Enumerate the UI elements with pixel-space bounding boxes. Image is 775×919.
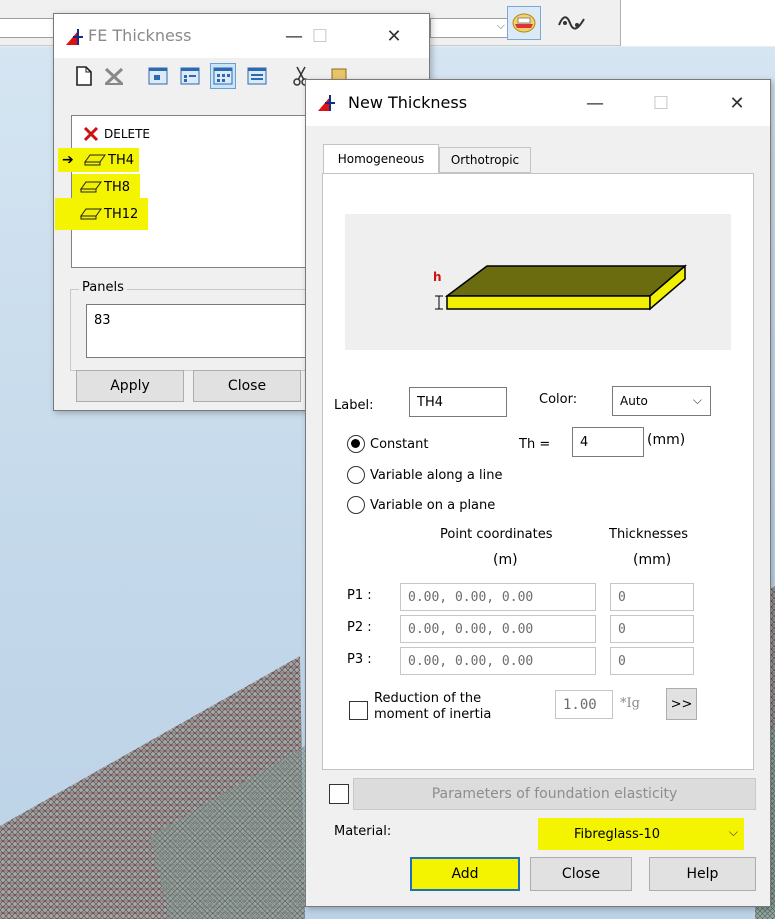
divider [620,0,621,46]
host-blank-area [620,0,775,46]
reduction-input[interactable]: 1.00 [555,690,613,719]
maximize-button: ☐ [311,25,329,47]
new-thickness-window: New Thickness — ☐ ✕ Homogeneous Orthotro… [305,79,771,907]
dropdown-arrow-icon: ⌵ [496,19,505,32]
tab-orthotropic[interactable]: Orthotropic [439,147,531,173]
delete-icon[interactable] [104,66,124,86]
label-caption: Label: [334,398,374,413]
th-unit: (mm) [647,432,686,448]
p3-thickness-input[interactable]: 0 [610,647,694,675]
list-item[interactable]: TH8 [72,174,140,200]
chevron-down-icon: ⌵ [692,393,702,407]
wave-signal-icon[interactable] [555,6,589,40]
view-grid-icon[interactable] [210,63,236,89]
list-item[interactable]: DELETE [78,123,150,145]
window-title: FE Thickness [88,26,192,45]
p1-coords-input[interactable]: 0.00, 0.00, 0.00 [400,583,596,611]
close-window-button[interactable]: ✕ [377,22,411,50]
window-title: New Thickness [348,93,468,112]
thickness-input[interactable]: 4 [572,427,644,457]
p3-coords-input[interactable]: 0.00, 0.00, 0.00 [400,647,596,675]
constant-label: Constant [370,437,429,452]
tab-homogeneous[interactable]: Homogeneous [323,144,439,173]
coords-unit: (m) [493,552,518,568]
point-label: P2 : [347,620,372,635]
material-caption: Material: [334,824,392,839]
reduction-checkbox[interactable] [349,701,368,720]
p1-thickness-input[interactable]: 0 [610,583,694,611]
foundation-button: Parameters of foundation elasticity [353,778,756,810]
close-button[interactable]: Close [193,370,301,402]
p2-coords-input[interactable]: 0.00, 0.00, 0.00 [400,615,596,643]
plate-icon [82,153,108,167]
material-select[interactable]: Fibreglass-10 ⌵ [538,818,744,850]
variable-line-label: Variable along a line [370,468,503,483]
plate-icon [78,207,104,221]
point-label: P1 : [347,588,372,603]
homogeneous-panel: h Label: TH4 Color: Auto ⌵ Constant Th =… [322,173,754,770]
list-item[interactable]: TH12 [55,198,149,230]
app-icon [318,95,335,111]
view-list-icon[interactable] [247,66,267,86]
height-label: h [433,270,442,284]
color-select[interactable]: Auto ⌵ [612,386,711,416]
plate-icon [78,180,104,194]
variable-line-radio[interactable] [347,466,365,484]
close-window-button[interactable]: ✕ [720,89,754,117]
label-input[interactable]: TH4 [409,387,507,417]
current-arrow-icon: ➔ [62,152,74,168]
minimize-button[interactable]: — [578,89,612,117]
more-button[interactable]: >> [666,688,697,720]
constant-radio[interactable] [347,435,365,453]
color-caption: Color: [539,392,578,407]
new-document-icon[interactable] [74,66,94,86]
reduction-label-line2: moment of inertia [374,707,492,722]
thick-unit: (mm) [633,552,672,568]
p2-thickness-input[interactable]: 0 [610,615,694,643]
fe-title-bar[interactable]: FE Thickness — ☐ ✕ [54,14,429,58]
thick-header: Thicknesses [609,527,689,542]
apply-button[interactable]: Apply [76,370,184,402]
list-item-label: TH12 [104,206,139,222]
variable-plane-radio[interactable] [347,496,365,514]
list-item-label: DELETE [104,127,151,141]
chevron-down-icon: ⌵ [728,825,738,839]
view-medium-icon[interactable] [180,66,200,86]
list-item-label: TH4 [108,152,134,168]
plate-illustration: h [345,214,731,350]
coords-header: Point coordinates [440,527,553,542]
help-button[interactable]: Help [649,857,756,891]
view-small-icon[interactable] [148,66,168,86]
foundation-checkbox[interactable] [329,784,349,804]
add-button[interactable]: Add [410,857,520,891]
thickness-list[interactable]: DELETE ➔ TH4 TH8 TH12 [55,115,331,268]
reduction-unit: *Ig [620,696,640,711]
app-icon [66,29,83,45]
cross-section-icon[interactable] [507,6,541,40]
th-caption: Th = [519,437,551,452]
point-label: P3 : [347,652,372,667]
reduction-label-line1: Reduction of the [374,691,482,706]
list-item[interactable]: ➔ TH4 [58,148,139,172]
color-value: Auto [620,394,648,408]
panels-label: Panels [79,280,127,295]
material-value: Fibreglass-10 [574,826,661,842]
variable-plane-label: Variable on a plane [370,498,496,513]
host-combo-box[interactable]: ⌵ [430,18,510,38]
close-button[interactable]: Close [530,857,632,891]
red-x-icon [78,126,104,142]
reduction-label: Reduction of the moment of inertia [374,691,491,723]
maximize-button: ☐ [652,92,670,114]
nt-title-bar[interactable]: New Thickness — ☐ ✕ [306,80,770,126]
list-item-label: TH8 [104,179,130,195]
